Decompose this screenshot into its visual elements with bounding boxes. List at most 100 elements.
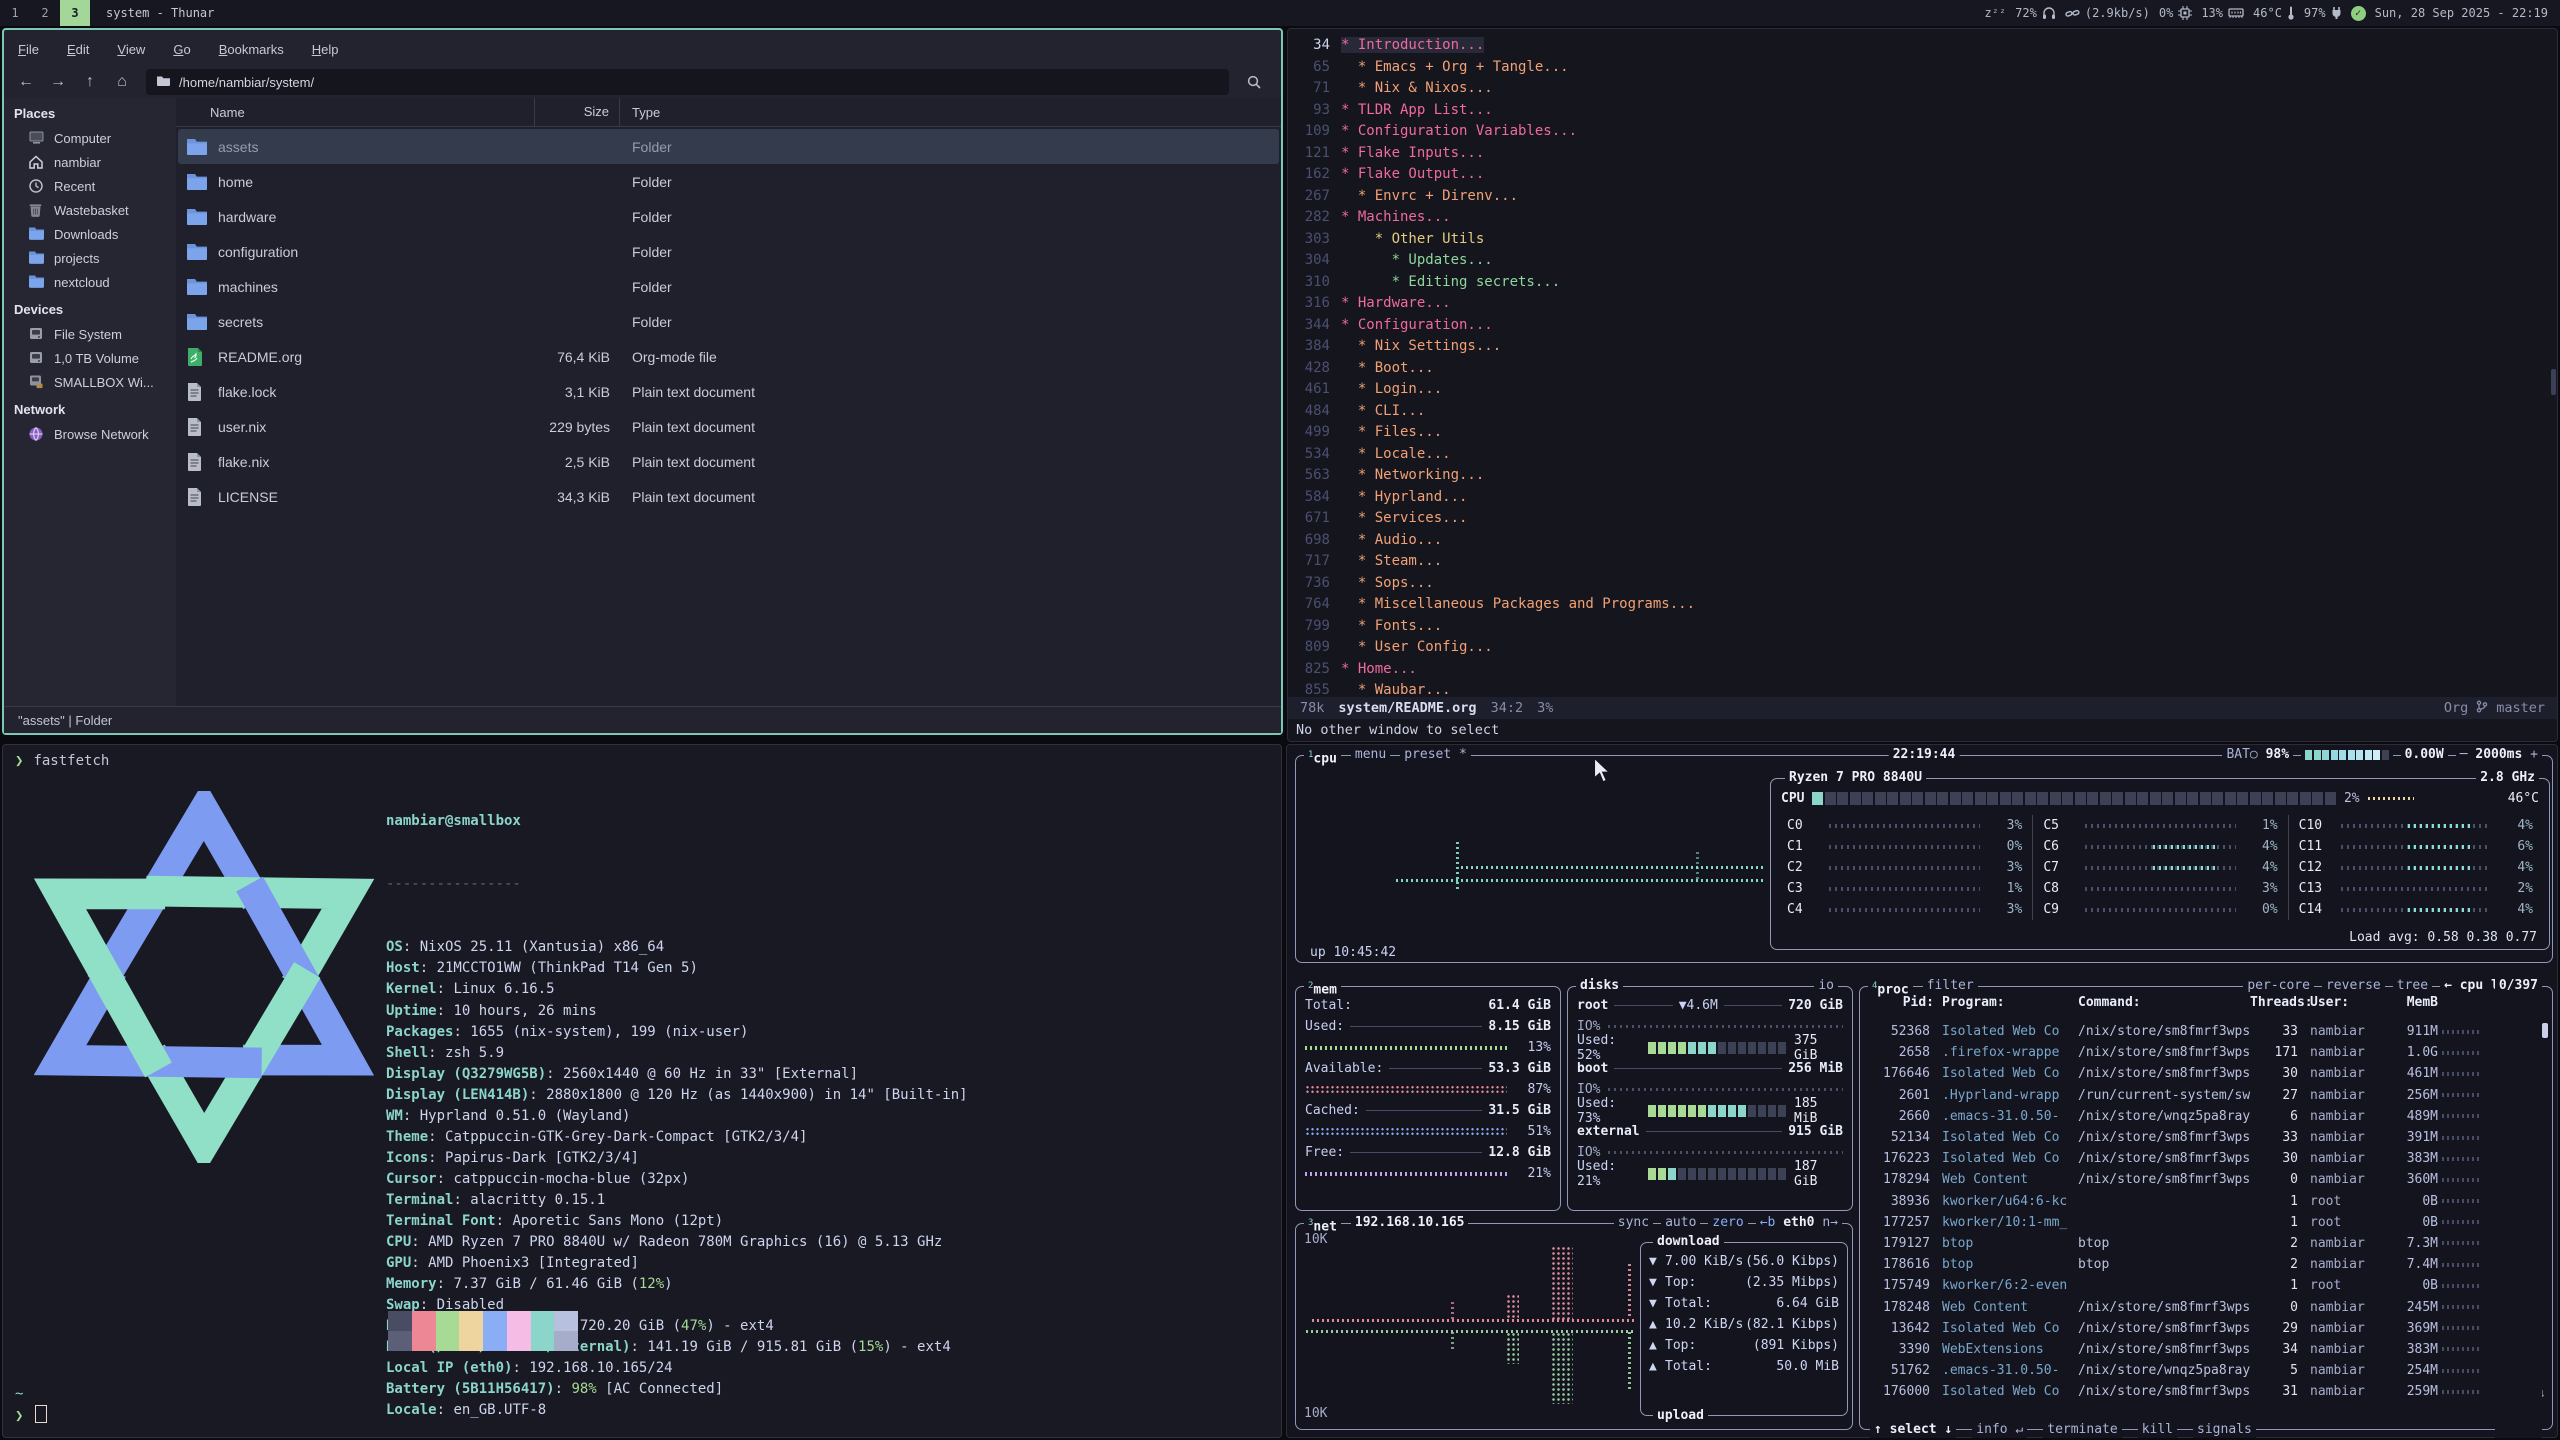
file-row-hardware[interactable]: hardwareFolder [178, 199, 1279, 234]
tree-toggle[interactable]: tree [2393, 978, 2432, 994]
workspace-button-3[interactable]: 3 [60, 0, 90, 26]
memory-module[interactable]: 13% [2201, 6, 2244, 20]
process-table-header[interactable]: Pid: Program: Command: Threads: User: Me… [1864, 995, 2548, 1010]
process-row-179127[interactable]: 179127btopbtop2nambiar7.3M0.0 [1864, 1233, 2548, 1254]
reverse-toggle[interactable]: reverse [2322, 978, 2385, 994]
process-row-2658[interactable]: 2658.firefox-wrappe/nix/store/sm8fmrf3wp… [1864, 1042, 2548, 1063]
org-heading-line: 65 * Emacs + Org + Tangle... [1294, 57, 2549, 79]
workspace-button-2[interactable]: 2 [30, 0, 60, 26]
column-header-type[interactable]: Type [620, 105, 660, 120]
workspace-button-1[interactable]: 1 [0, 0, 30, 26]
io-mode-button[interactable]: io [1814, 978, 1838, 994]
sidebar-item-nextcloud[interactable]: nextcloud [4, 270, 176, 294]
process-row-52134[interactable]: 52134Isolated Web Co/nix/store/sm8fmrf3w… [1864, 1127, 2548, 1148]
back-button[interactable]: ← [12, 73, 40, 91]
cpu-meter-block [2150, 792, 2161, 805]
file-row-secrets[interactable]: secretsFolder [178, 304, 1279, 339]
file-row-readme-org[interactable]: README.org76,4 KiBOrg-mode file [178, 339, 1279, 374]
proc-scrollbar-thumb[interactable] [2542, 1023, 2548, 1038]
sidebar-item-file-system[interactable]: File System [4, 322, 176, 346]
net-interface-switcher[interactable]: ←b eth0 n→ [1756, 1215, 1842, 1231]
process-row-178616[interactable]: 178616btopbtop2nambiar7.4M0.0 [1864, 1254, 2548, 1275]
process-row-3390[interactable]: 3390WebExtensions/nix/store/sm8fmrf3wps4… [1864, 1339, 2548, 1360]
process-row-175749[interactable]: 175749kworker/6:2-even1root0B0.0 [1864, 1275, 2548, 1296]
path-bar[interactable]: /home/nambiar/system/ [146, 69, 1229, 95]
file-row-user-nix[interactable]: user.nix229 bytesPlain text document [178, 409, 1279, 444]
sidebar-item-projects[interactable]: projects [4, 246, 176, 270]
file-row-assets[interactable]: assetsFolder [178, 129, 1279, 164]
process-row-177257[interactable]: 177257kworker/10:1-mm_1root0B0.0 [1864, 1212, 2548, 1233]
clock[interactable]: Sun, 28 Sep 2025 - 22:19 [2375, 6, 2548, 20]
temperature-module[interactable]: 46°C [2253, 6, 2295, 20]
tab-cpu[interactable]: 1cpu [1304, 747, 1341, 767]
battery-meter-block [2331, 750, 2338, 760]
org-buffer[interactable]: 34* Introduction...65 * Emacs + Org + Ta… [1294, 35, 2549, 695]
tab-mem[interactable]: 2mem [1304, 978, 1341, 998]
terminate-button[interactable]: terminate [2043, 1422, 2121, 1438]
battery-module[interactable]: 97% [2304, 6, 2342, 20]
shell-prompt[interactable]: ~ ❯ [15, 1383, 47, 1427]
sidebar-item-nambiar[interactable]: nambiar [4, 150, 176, 174]
sidebar-item-computer[interactable]: Computer [4, 126, 176, 150]
cpu-meter-block [1900, 792, 1911, 805]
preset-button[interactable]: preset * [1400, 747, 1471, 767]
process-row-176000[interactable]: 176000Isolated Web Co/nix/store/sm8fmrf3… [1864, 1381, 2548, 1402]
menu-file[interactable]: File [18, 42, 39, 57]
volume-module[interactable]: 72% [2015, 6, 2056, 20]
palette-swatch [412, 1311, 436, 1331]
column-header-size[interactable]: Size [534, 98, 620, 126]
net-zero-button[interactable]: zero [1708, 1215, 1747, 1231]
home-button[interactable]: ⌂ [108, 73, 136, 91]
org-heading-line: 316* Hardware... [1294, 293, 2549, 315]
menu-go[interactable]: Go [173, 42, 190, 57]
cpu-meter-block [1925, 792, 1936, 805]
file-row-home[interactable]: homeFolder [178, 164, 1279, 199]
forward-button[interactable]: → [44, 73, 72, 91]
cpu-module[interactable]: 0% [2159, 6, 2192, 20]
menu-bookmarks[interactable]: Bookmarks [219, 42, 284, 57]
file-row-license[interactable]: LICENSE34,3 KiBPlain text document [178, 479, 1279, 514]
fetch-line-icons: Icons: Papirus-Dark [GTK2/3/4] [386, 1148, 968, 1169]
sidebar-item-wastebasket[interactable]: Wastebasket [4, 198, 176, 222]
sidebar-item-downloads[interactable]: Downloads [4, 222, 176, 246]
column-header-name[interactable]: Name [176, 105, 534, 120]
search-button[interactable] [1239, 74, 1269, 90]
process-row-2660[interactable]: 2660.emacs-31.0.50-/nix/store/wnqz5pa8ra… [1864, 1106, 2548, 1127]
info-button[interactable]: info ↵ [1972, 1422, 2027, 1438]
kill-button[interactable]: kill [2138, 1422, 2177, 1438]
process-row-51762[interactable]: 51762.emacs-31.0.50-/nix/store/wnqz5pa8r… [1864, 1360, 2548, 1381]
process-row-176646[interactable]: 176646Isolated Web Co/nix/store/sm8fmrf3… [1864, 1063, 2548, 1084]
process-row-2601[interactable]: 2601.Hyprland-wrapp/run/current-system/s… [1864, 1085, 2548, 1106]
file-row-flake-lock[interactable]: flake.lock3,1 KiBPlain text document [178, 374, 1279, 409]
per-core-toggle[interactable]: per-core [2243, 978, 2314, 994]
process-row-176223[interactable]: 176223Isolated Web Co/nix/store/sm8fmrf3… [1864, 1148, 2548, 1169]
check-circle-icon[interactable]: ✓ [2351, 6, 2366, 21]
process-row-178294[interactable]: 178294Web Content/nix/store/sm8fmrf3wps4… [1864, 1169, 2548, 1190]
emacs-scrollbar-thumb[interactable] [2551, 369, 2556, 395]
file-row-flake-nix[interactable]: flake.nix2,5 KiBPlain text document [178, 444, 1279, 479]
network-module[interactable]: (2.9kb/s) [2065, 6, 2150, 20]
signals-button[interactable]: signals [2193, 1422, 2256, 1438]
process-row-38936[interactable]: 38936kworker/u64:6-kc1root0B0.0 [1864, 1191, 2548, 1212]
up-button[interactable]: ↑ [76, 73, 104, 91]
cpu-meter-block [1850, 792, 1861, 805]
file-row-machines[interactable]: machinesFolder [178, 269, 1279, 304]
net-sync-button[interactable]: sync [1614, 1215, 1653, 1231]
sidebar-item-browse-network[interactable]: Browse Network [4, 422, 176, 446]
process-row-178248[interactable]: 178248Web Content/nix/store/sm8fmrf3wps4… [1864, 1296, 2548, 1317]
select-buttons[interactable]: ↑ select ↓ [1870, 1422, 1956, 1438]
net-auto-button[interactable]: auto [1661, 1215, 1700, 1231]
process-row-52368[interactable]: 52368Isolated Web Co/nix/store/sm8fmrf3w… [1864, 1021, 2548, 1042]
menu-view[interactable]: View [117, 42, 145, 57]
tab-disks[interactable]: disks [1576, 978, 1623, 994]
file-row-configuration[interactable]: configurationFolder [178, 234, 1279, 269]
sidebar-item-1-0-tb-volume[interactable]: 1,0 TB Volume [4, 346, 176, 370]
process-row-13642[interactable]: 13642Isolated Web Co/nix/store/sm8fmrf3w… [1864, 1318, 2548, 1339]
menu-help[interactable]: Help [312, 42, 339, 57]
idle-inhibitor[interactable]: zᶻᶻ [1984, 6, 2006, 20]
update-interval[interactable]: ─ 2000ms + [2456, 747, 2542, 763]
menu-edit[interactable]: Edit [67, 42, 89, 57]
sidebar-item-smallbox-wi[interactable]: SMALLBOX Wi... [4, 370, 176, 394]
sidebar-item-recent[interactable]: Recent [4, 174, 176, 198]
menu-button[interactable]: menu [1351, 747, 1390, 767]
